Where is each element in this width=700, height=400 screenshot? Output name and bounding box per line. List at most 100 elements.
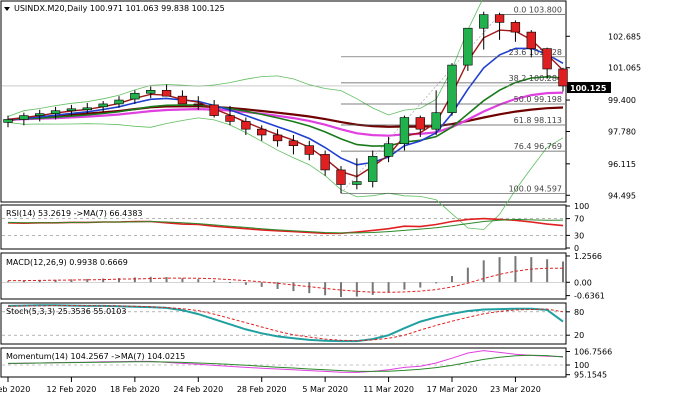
candle-bear: [320, 154, 330, 171]
macd-histogram-bar: [149, 276, 152, 283]
candle-bear: [336, 169, 346, 185]
fib-level-label: 76.4 96.769: [514, 142, 562, 151]
rsi-y-tick-label: 30: [574, 231, 584, 240]
macd-histogram-bar: [7, 281, 9, 283]
stochastic-label: Stoch(5,3,3) 25.3536 55.0103: [6, 307, 126, 316]
candle-bull: [463, 27, 473, 66]
x-axis-tick-label: 18 Feb 2020: [110, 385, 160, 394]
candle-bear: [161, 90, 172, 97]
macd-histogram-bar: [530, 257, 533, 283]
macd-histogram-bar: [181, 278, 184, 283]
candle-bear: [526, 31, 536, 49]
candle-bear: [415, 117, 425, 130]
macd-histogram-bar: [355, 282, 358, 297]
candle-bull: [146, 90, 156, 94]
macd-histogram-bar: [229, 282, 231, 284]
candle-bull: [130, 92, 140, 100]
candle-bull: [447, 64, 457, 113]
stoch-y-tick-label: 20: [574, 331, 584, 340]
candle-bull: [19, 115, 29, 120]
macd-y-tick-label: 0.00: [574, 278, 592, 287]
candle-bear: [225, 115, 235, 122]
fib-level-label: 23.6 101.628: [509, 48, 562, 57]
candle-bear: [558, 68, 568, 87]
fib-level-label: 38.2 100.284: [509, 74, 562, 83]
candle-bear: [510, 22, 521, 33]
price-y-tick-label: 96.115: [608, 160, 636, 169]
candle-bull: [50, 110, 61, 114]
macd-histogram-bar: [562, 261, 564, 283]
macd-y-tick-label: 1.2566: [574, 252, 602, 261]
candle-bull: [98, 103, 108, 108]
fib-level-label: 0.0 103.800: [514, 6, 562, 15]
macd-histogram-bar: [419, 282, 422, 288]
symbol-header: USINDX.M20,Daily 100.971 101.063 99.838 …: [14, 4, 225, 13]
x-axis-tick-label: 28 Feb 2020: [237, 385, 287, 394]
macd-histogram-bar: [197, 279, 200, 283]
momentum-label: Momentum(14) 104.2567 ->MA(7) 104.0215: [6, 352, 185, 361]
candle-bear: [177, 95, 188, 105]
price-y-tick-label: 97.780: [608, 127, 636, 136]
macd-histogram-bar: [466, 267, 469, 283]
macd-histogram-bar: [308, 282, 311, 294]
candle-bull: [3, 119, 13, 123]
stoch-y-tick-label: 80: [574, 308, 584, 317]
candle-bull: [66, 108, 77, 112]
x-axis-tick-label: 12 Feb 2020: [47, 385, 97, 394]
macd-histogram-bar: [451, 276, 453, 283]
fib-level-label: 61.8 98.113: [514, 116, 562, 125]
price-y-tick-label: 102.685: [608, 32, 641, 41]
candle-bear: [209, 104, 219, 116]
macd-label: MACD(12,26,9) 0.9938 0.6669: [6, 258, 128, 267]
macd-histogram-bar: [213, 280, 216, 283]
candle-bull: [431, 112, 441, 130]
candle-bear: [542, 48, 552, 70]
price-y-tick-label: 101.065: [608, 64, 641, 73]
candle-bear: [304, 145, 314, 155]
x-axis-tick-label: 5 Mar 2020: [302, 385, 348, 394]
x-axis-tick-label: 23 Mar 2020: [490, 385, 541, 394]
momentum-y-tick-label: 100: [574, 361, 589, 370]
candle-bear: [257, 128, 267, 136]
macd-histogram-bar: [435, 282, 438, 284]
candle-bull: [352, 181, 362, 185]
rsi-y-tick-label: 70: [574, 215, 584, 224]
candle-bull: [368, 156, 378, 182]
last-price-label: 100.125: [570, 84, 607, 93]
macd-histogram-bar: [387, 282, 390, 293]
macd-histogram-bar: [244, 282, 247, 285]
candle-bear: [494, 14, 505, 23]
macd-histogram-bar: [546, 259, 549, 283]
candle-bull: [114, 99, 124, 105]
macd-histogram-bar: [371, 282, 374, 295]
x-axis-tick-label: 11 Mar 2020: [363, 385, 414, 394]
candle-bull: [383, 143, 394, 157]
momentum-y-tick-label: 95.1545: [574, 371, 607, 380]
macd-histogram-bar: [514, 256, 517, 283]
price-y-tick-label: 99.400: [608, 96, 636, 105]
rsi-y-tick-label: 100: [574, 202, 589, 211]
macd-histogram-bar: [133, 277, 136, 283]
price-y-tick-label: 94.495: [608, 191, 636, 200]
candle-bear: [241, 121, 251, 130]
momentum-y-tick-label: 106.7566: [574, 347, 612, 356]
macd-histogram-bar: [86, 278, 89, 283]
fib-level-label: 100.0 94.597: [509, 184, 562, 193]
x-axis-tick-label: 17 Mar 2020: [427, 385, 478, 394]
macd-histogram-bar: [260, 282, 263, 287]
candle-bear: [193, 103, 203, 106]
candle-bull: [479, 14, 489, 29]
candle-bull: [35, 113, 45, 116]
macd-histogram-bar: [403, 282, 406, 290]
x-axis-tick-label: 24 Feb 2020: [173, 385, 223, 394]
macd-histogram-bar: [498, 257, 501, 283]
candle-bear: [288, 140, 299, 146]
rsi-label: RSI(14) 53.2619 ->MA(7) 66.4383: [6, 209, 143, 218]
macd-histogram-bar: [292, 282, 295, 292]
fib-level-label: 50.0 99.198: [514, 95, 562, 104]
x-axis-tick-label: 6 Feb 2020: [0, 385, 30, 394]
candle-bull: [82, 107, 92, 111]
macd-y-tick-label: -0.6361: [574, 292, 605, 301]
candle-bull: [399, 117, 410, 145]
chart-canvas: 0.0 103.800 23.6 101.628 38.2 100.284 50.0 …: [0, 0, 641, 394]
